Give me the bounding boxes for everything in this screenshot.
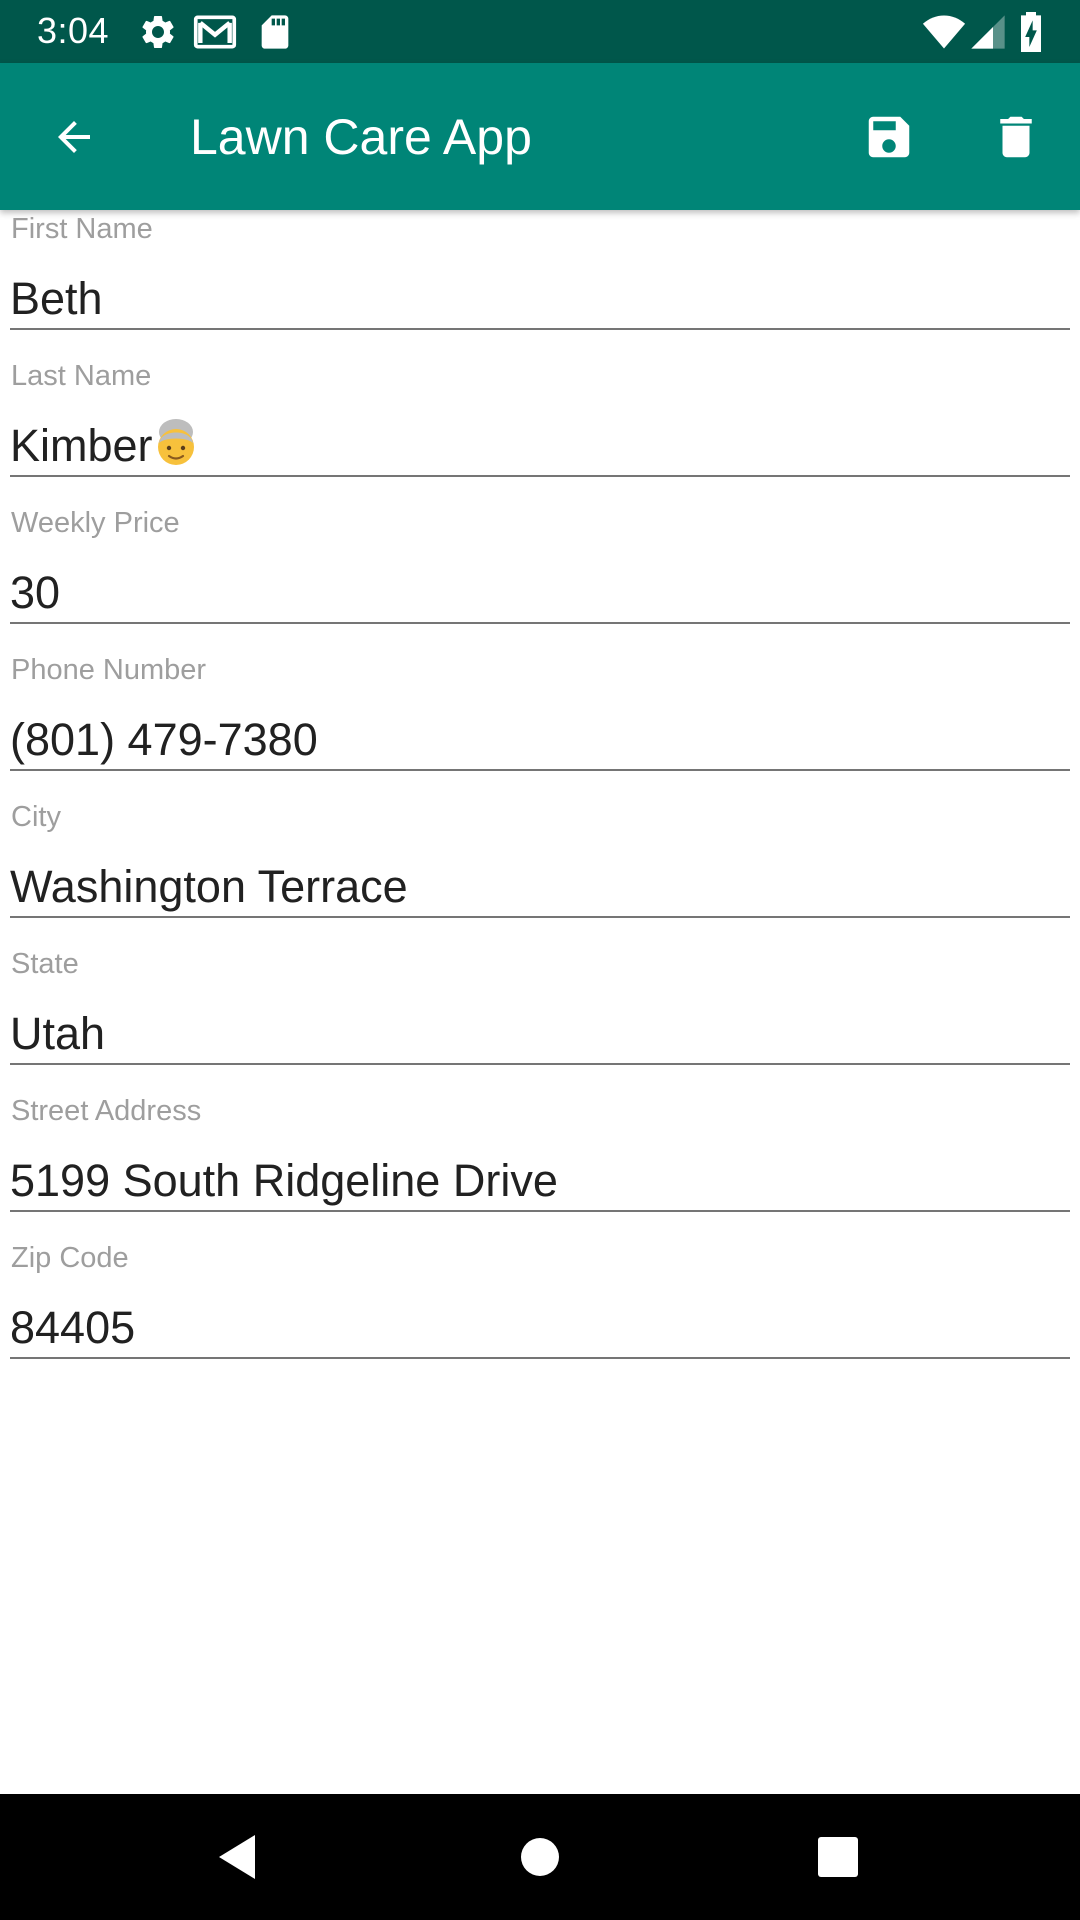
state-field[interactable]: Utah: [10, 1005, 1070, 1065]
zip-code-field[interactable]: 84405: [10, 1299, 1070, 1359]
state-field-group: State Utah: [10, 945, 1070, 1092]
phone-number-field-group: Phone Number (801) 479-7380: [10, 651, 1070, 798]
recents-square-icon[interactable]: [798, 1817, 878, 1897]
older-woman-emoji-icon: [153, 417, 199, 467]
home-circle-icon[interactable]: [500, 1817, 580, 1897]
first-name-field[interactable]: Beth: [10, 270, 1070, 330]
street-address-label: Street Address: [11, 1095, 202, 1127]
app-bar: Lawn Care App: [0, 63, 1080, 210]
street-address-field-group: Street Address 5199 South Ridgeline Driv…: [10, 1092, 1070, 1239]
app-title: Lawn Care App: [190, 109, 532, 165]
sd-card-icon: [255, 12, 295, 52]
last-name-field[interactable]: Kimber: [10, 417, 1070, 477]
last-name-value: Kimber: [10, 420, 153, 471]
weekly-price-field[interactable]: 30: [10, 564, 1070, 624]
signal-icon: [968, 12, 1008, 52]
phone-number-field[interactable]: (801) 479-7380: [10, 711, 1070, 771]
city-field[interactable]: Washington Terrace: [10, 858, 1070, 918]
navigation-bar: [0, 1794, 1080, 1920]
street-address-field[interactable]: 5199 South Ridgeline Drive: [10, 1152, 1070, 1212]
weekly-price-label: Weekly Price: [11, 507, 180, 539]
first-name-label: First Name: [11, 213, 153, 245]
first-name-field-group: First Name Beth: [10, 210, 1070, 357]
weekly-price-field-group: Weekly Price 30: [10, 504, 1070, 651]
gear-icon: [138, 12, 178, 52]
customer-form: First Name Beth Last Name Kimber Weekly …: [10, 210, 1070, 1386]
battery-charging-icon: [1016, 12, 1046, 52]
last-name-label: Last Name: [11, 360, 152, 392]
city-field-group: City Washington Terrace: [10, 798, 1070, 945]
save-icon[interactable]: [853, 101, 925, 173]
status-bar: 3:04: [0, 0, 1080, 63]
last-name-field-group: Last Name Kimber: [10, 357, 1070, 504]
arrow-back-icon[interactable]: [38, 101, 110, 173]
wifi-icon: [922, 12, 966, 52]
city-label: City: [11, 801, 61, 833]
gmail-icon: [193, 12, 237, 52]
zip-code-field-group: Zip Code 84405: [10, 1239, 1070, 1386]
zip-code-label: Zip Code: [11, 1242, 129, 1274]
back-triangle-icon[interactable]: [197, 1817, 277, 1897]
status-time: 3:04: [37, 10, 110, 51]
delete-icon[interactable]: [980, 101, 1052, 173]
state-label: State: [11, 948, 79, 980]
phone-number-label: Phone Number: [11, 654, 207, 686]
